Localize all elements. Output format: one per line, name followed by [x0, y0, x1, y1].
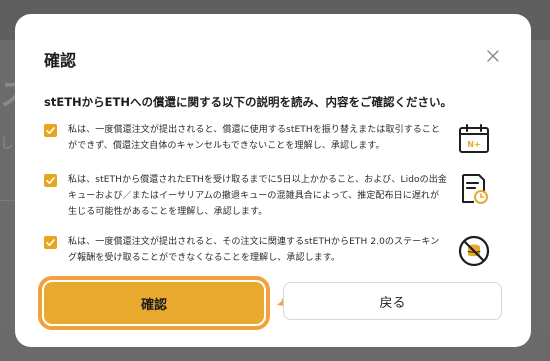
no-coins-icon — [457, 234, 491, 268]
document-clock-icon — [457, 172, 491, 206]
acknowledgement-checkbox[interactable] — [44, 236, 57, 249]
close-icon — [487, 50, 499, 62]
confirm-dialog: 確認 stETHからETHへの償還に関する以下の説明を読み、内容をご確認ください… — [15, 14, 531, 347]
dialog-title: 確認 — [44, 51, 77, 70]
acknowledgement-checkbox[interactable] — [44, 124, 57, 137]
back-button[interactable]: 戻る — [283, 282, 502, 320]
acknowledgement-checkbox[interactable] — [44, 174, 57, 187]
calendar-n-plus-icon: N+ — [457, 122, 491, 156]
background-text: し — [0, 136, 14, 152]
checkmark-icon — [46, 177, 55, 184]
acknowledgement-text: 私は、一度償還注文が提出されると、その注文に関連するstETHからETH 2.0… — [68, 237, 440, 263]
confirm-button[interactable]: 確認 — [38, 276, 270, 330]
checkmark-icon — [46, 239, 55, 246]
svg-text:N+: N+ — [467, 140, 480, 149]
close-button[interactable] — [485, 48, 501, 64]
checkmark-icon — [46, 127, 55, 134]
acknowledgement-text: 私は、stETHから償還されたETHを受け取るまでに5日以上かかること、および、… — [68, 175, 447, 217]
dialog-intro: stETHからETHへの償還に関する以下の説明を読み、内容をご確認ください。 — [44, 95, 452, 109]
acknowledgement-text: 私は、一度償還注文が提出されると、償還に使用するstETHを振り替えまたは取引す… — [68, 125, 441, 151]
